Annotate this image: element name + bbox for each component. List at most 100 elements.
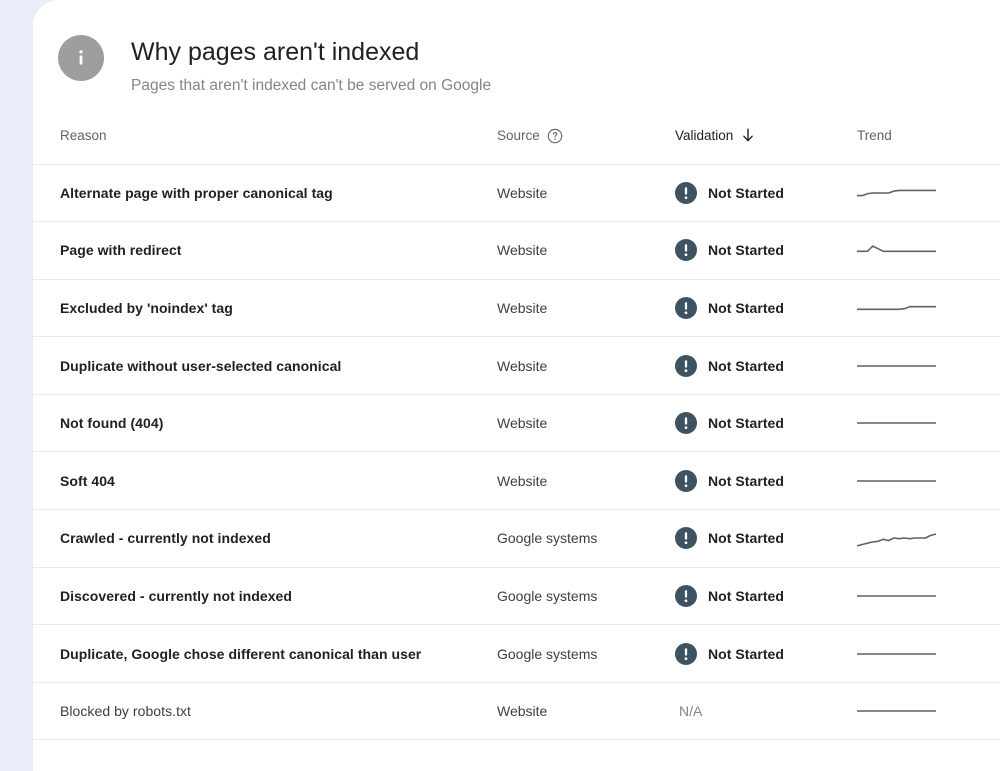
exclamation-circle-icon xyxy=(675,643,697,665)
trend-sparkline xyxy=(857,525,936,551)
cell-reason[interactable]: Blocked by robots.txt xyxy=(33,682,497,740)
column-header-source-label: Source xyxy=(497,128,540,143)
exclamation-circle-icon xyxy=(675,355,697,377)
cell-trend xyxy=(857,222,1000,280)
cell-validation: Not Started xyxy=(675,164,857,222)
exclamation-circle-icon xyxy=(675,412,697,434)
validation-label: Not Started xyxy=(708,300,784,316)
trend-sparkline xyxy=(857,698,936,724)
cell-source: Google systems xyxy=(497,625,675,683)
trend-sparkline xyxy=(857,353,936,379)
table-row[interactable]: Crawled - currently not indexedGoogle sy… xyxy=(33,510,1000,568)
table-row[interactable]: Excluded by 'noindex' tagWebsiteNot Star… xyxy=(33,279,1000,337)
cell-source: Website xyxy=(497,164,675,222)
validation-status: Not Started xyxy=(675,412,857,434)
arrow-down-icon[interactable] xyxy=(740,127,756,144)
cell-source: Website xyxy=(497,337,675,395)
table-row[interactable]: Soft 404Website Not Started xyxy=(33,452,1000,510)
table-row[interactable]: Duplicate, Google chose different canoni… xyxy=(33,625,1000,683)
column-header-reason[interactable]: Reason xyxy=(33,108,497,164)
validation-label: Not Started xyxy=(708,473,784,489)
cell-source: Website xyxy=(497,682,675,740)
cell-trend xyxy=(857,279,1000,337)
indexing-reasons-table: Reason Source xyxy=(33,108,1000,740)
validation-status: Not Started xyxy=(675,585,857,607)
trend-sparkline xyxy=(857,583,936,609)
cell-trend xyxy=(857,510,1000,568)
cell-reason[interactable]: Discovered - currently not indexed xyxy=(33,567,497,625)
validation-label: Not Started xyxy=(708,588,784,604)
validation-status: Not Started xyxy=(675,182,857,204)
trend-sparkline xyxy=(857,641,936,667)
column-header-validation[interactable]: Validation xyxy=(675,108,857,164)
cell-validation: Not Started xyxy=(675,279,857,337)
info-circle-icon xyxy=(58,35,104,81)
validation-label: Not Started xyxy=(708,358,784,374)
cell-source: Website xyxy=(497,222,675,280)
cell-trend xyxy=(857,164,1000,222)
trend-sparkline xyxy=(857,468,936,494)
cell-validation: Not Started xyxy=(675,452,857,510)
trend-sparkline xyxy=(857,410,936,436)
exclamation-circle-icon xyxy=(675,527,697,549)
cell-validation: Not Started xyxy=(675,510,857,568)
table-row[interactable]: Blocked by robots.txtWebsiteN/A xyxy=(33,682,1000,740)
cell-trend xyxy=(857,394,1000,452)
cell-reason[interactable]: Soft 404 xyxy=(33,452,497,510)
cell-reason[interactable]: Not found (404) xyxy=(33,394,497,452)
validation-status: Not Started xyxy=(675,643,857,665)
validation-label: N/A xyxy=(679,703,702,719)
validation-label: Not Started xyxy=(708,415,784,431)
exclamation-circle-icon xyxy=(675,297,697,319)
table-header-row: Reason Source xyxy=(33,108,1000,164)
trend-sparkline xyxy=(857,180,936,206)
cell-trend xyxy=(857,337,1000,395)
table-body: Alternate page with proper canonical tag… xyxy=(33,164,1000,740)
cell-validation: Not Started xyxy=(675,567,857,625)
column-header-validation-label: Validation xyxy=(675,128,733,143)
validation-status: Not Started xyxy=(675,239,857,261)
cell-reason[interactable]: Page with redirect xyxy=(33,222,497,280)
validation-label: Not Started xyxy=(708,185,784,201)
trend-sparkline xyxy=(857,295,936,321)
cell-reason[interactable]: Duplicate without user-selected canonica… xyxy=(33,337,497,395)
trend-sparkline xyxy=(857,237,936,263)
cell-reason[interactable]: Excluded by 'noindex' tag xyxy=(33,279,497,337)
cell-source: Website xyxy=(497,394,675,452)
table-row[interactable]: Not found (404)Website Not Started xyxy=(33,394,1000,452)
cell-reason[interactable]: Alternate page with proper canonical tag xyxy=(33,164,497,222)
page-subtitle: Pages that aren't indexed can't be serve… xyxy=(131,75,1000,97)
help-circle-icon[interactable] xyxy=(547,128,563,144)
table-row[interactable]: Duplicate without user-selected canonica… xyxy=(33,337,1000,395)
column-header-source[interactable]: Source xyxy=(497,108,675,164)
page-title: Why pages aren't indexed xyxy=(131,36,1000,68)
cell-trend xyxy=(857,452,1000,510)
cell-validation: Not Started xyxy=(675,222,857,280)
table-row[interactable]: Alternate page with proper canonical tag… xyxy=(33,164,1000,222)
cell-source: Google systems xyxy=(497,510,675,568)
validation-status: Not Started xyxy=(675,470,857,492)
cell-validation: N/A xyxy=(675,682,857,740)
validation-label: Not Started xyxy=(708,646,784,662)
cell-reason[interactable]: Crawled - currently not indexed xyxy=(33,510,497,568)
screen: Why pages aren't indexed Pages that aren… xyxy=(0,0,1000,771)
cell-validation: Not Started xyxy=(675,394,857,452)
exclamation-circle-icon xyxy=(675,182,697,204)
exclamation-circle-icon xyxy=(675,585,697,607)
cell-trend xyxy=(857,625,1000,683)
column-header-trend-label: Trend xyxy=(857,128,892,143)
cell-reason[interactable]: Duplicate, Google chose different canoni… xyxy=(33,625,497,683)
cell-trend xyxy=(857,567,1000,625)
header-text: Why pages aren't indexed Pages that aren… xyxy=(131,35,1000,97)
validation-status: Not Started xyxy=(675,527,857,549)
table-header: Reason Source xyxy=(33,108,1000,164)
cell-trend xyxy=(857,682,1000,740)
table-row[interactable]: Discovered - currently not indexedGoogle… xyxy=(33,567,1000,625)
cell-validation: Not Started xyxy=(675,625,857,683)
column-header-trend[interactable]: Trend xyxy=(857,108,1000,164)
validation-status: Not Started xyxy=(675,355,857,377)
table-row[interactable]: Page with redirectWebsite Not Started xyxy=(33,222,1000,280)
cell-source: Website xyxy=(497,452,675,510)
exclamation-circle-icon xyxy=(675,470,697,492)
validation-label: Not Started xyxy=(708,242,784,258)
